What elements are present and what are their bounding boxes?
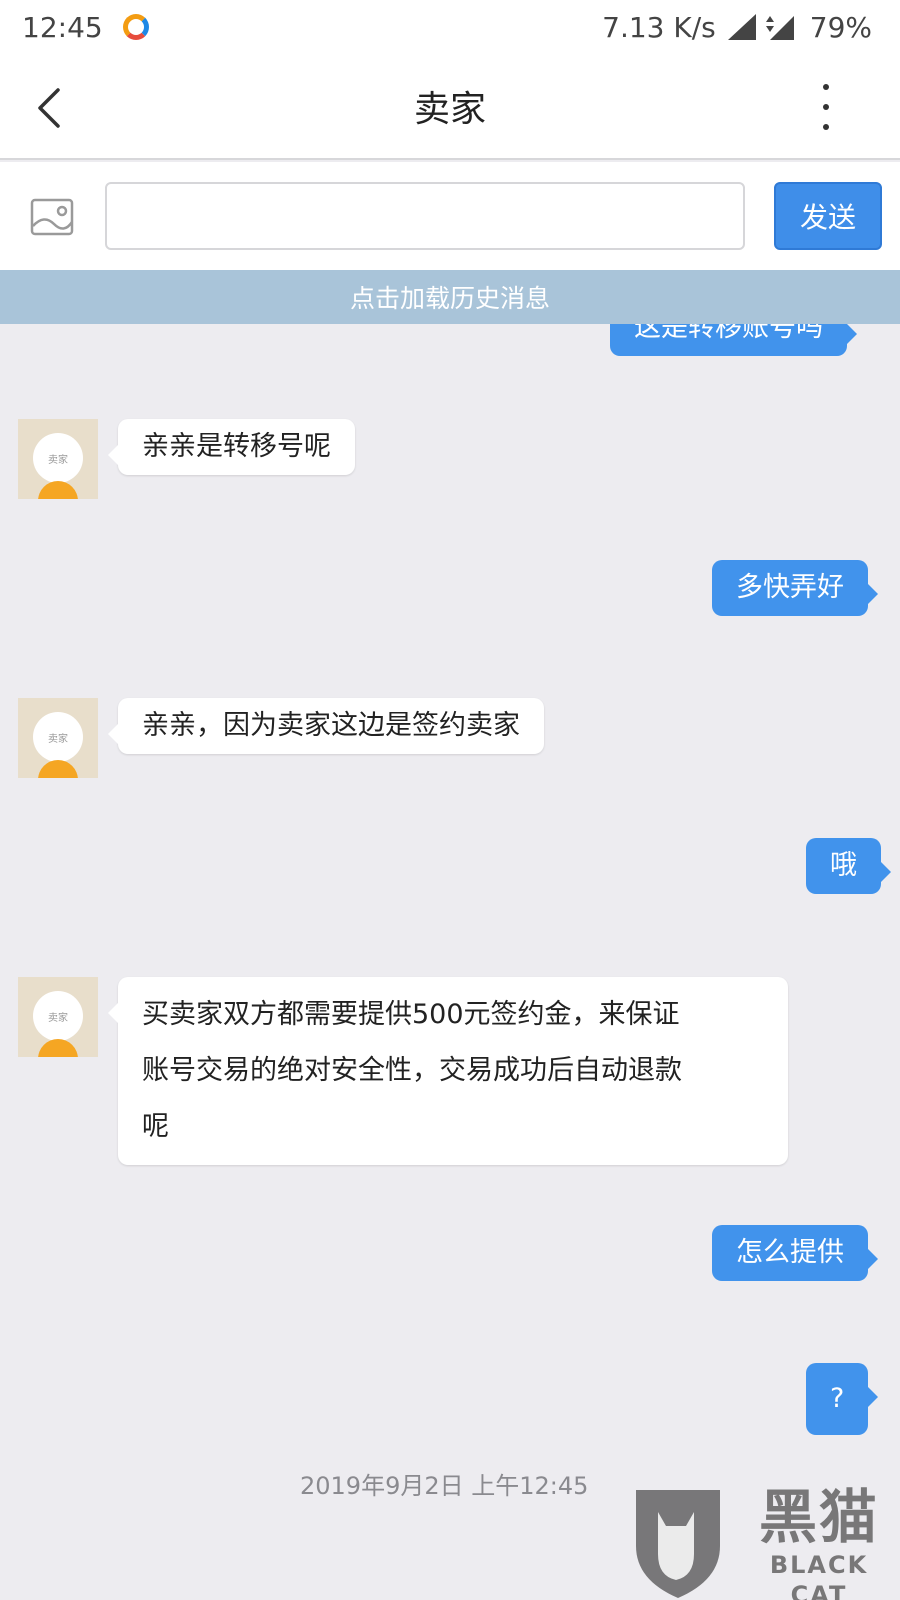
chevron-left-icon[interactable] (32, 86, 72, 130)
more-vertical-icon[interactable] (820, 84, 832, 130)
message-line: 账号交易的绝对安全性，交易成功后自动退款 (142, 1055, 682, 1086)
message-bubble-sent: ? (806, 1363, 879, 1435)
message-line: 买卖家双方都需要提供500元签约金，来保证 (142, 999, 680, 1030)
status-time: 12:45 (22, 10, 103, 44)
battery-level: 79% (809, 10, 872, 44)
cellular-signal-icon (765, 16, 794, 40)
avatar[interactable]: 卖家 (18, 977, 98, 1057)
message-line: 呢 (142, 1111, 169, 1142)
load-history-button[interactable]: 点击加载历史消息 (0, 270, 900, 324)
black-cat-logo-icon (636, 1490, 720, 1598)
network-speed: 7.13 K/s (602, 10, 716, 44)
message-bubble-sent: 多快弄好 (712, 560, 878, 616)
message-bubble-sent: 怎么提供 (712, 1225, 878, 1281)
image-icon[interactable] (30, 198, 74, 236)
message-timestamp: 2019年9月2日 上午12:45 (300, 1472, 589, 1500)
message-bubble-sent: 哦 (806, 838, 891, 894)
watermark-cn: 黑猫 (758, 1483, 879, 1551)
watermark-en: BLACK CAT (769, 1551, 869, 1600)
title-bar: 卖家 (0, 54, 900, 160)
avatar[interactable]: 卖家 (18, 698, 98, 778)
status-bar: 12:45 7.13 K/s 79% (0, 0, 900, 54)
message-bubble-received: 亲亲是转移号呢 (108, 419, 355, 475)
avatar[interactable]: 卖家 (18, 419, 98, 499)
message-input[interactable] (105, 182, 745, 250)
message-composer: 发送 (0, 162, 900, 270)
wifi-signal-icon (727, 14, 756, 40)
page-title: 卖家 (413, 89, 486, 130)
chat-area[interactable]: 这是转移账号吗 卖家 亲亲是转移号呢 多快弄好 卖家 亲亲，因为卖家这边是签约卖… (0, 270, 900, 1600)
watermark: 黑猫 BLACK CAT (628, 1484, 900, 1600)
message-bubble-received: 亲亲，因为卖家这边是签约卖家 (108, 698, 544, 754)
message-bubble-received: 买卖家双方都需要提供500元签约金，来保证 账号交易的绝对安全性，交易成功后自动… (108, 977, 788, 1165)
send-button[interactable]: 发送 (774, 182, 882, 250)
app-notification-icon (122, 14, 149, 40)
